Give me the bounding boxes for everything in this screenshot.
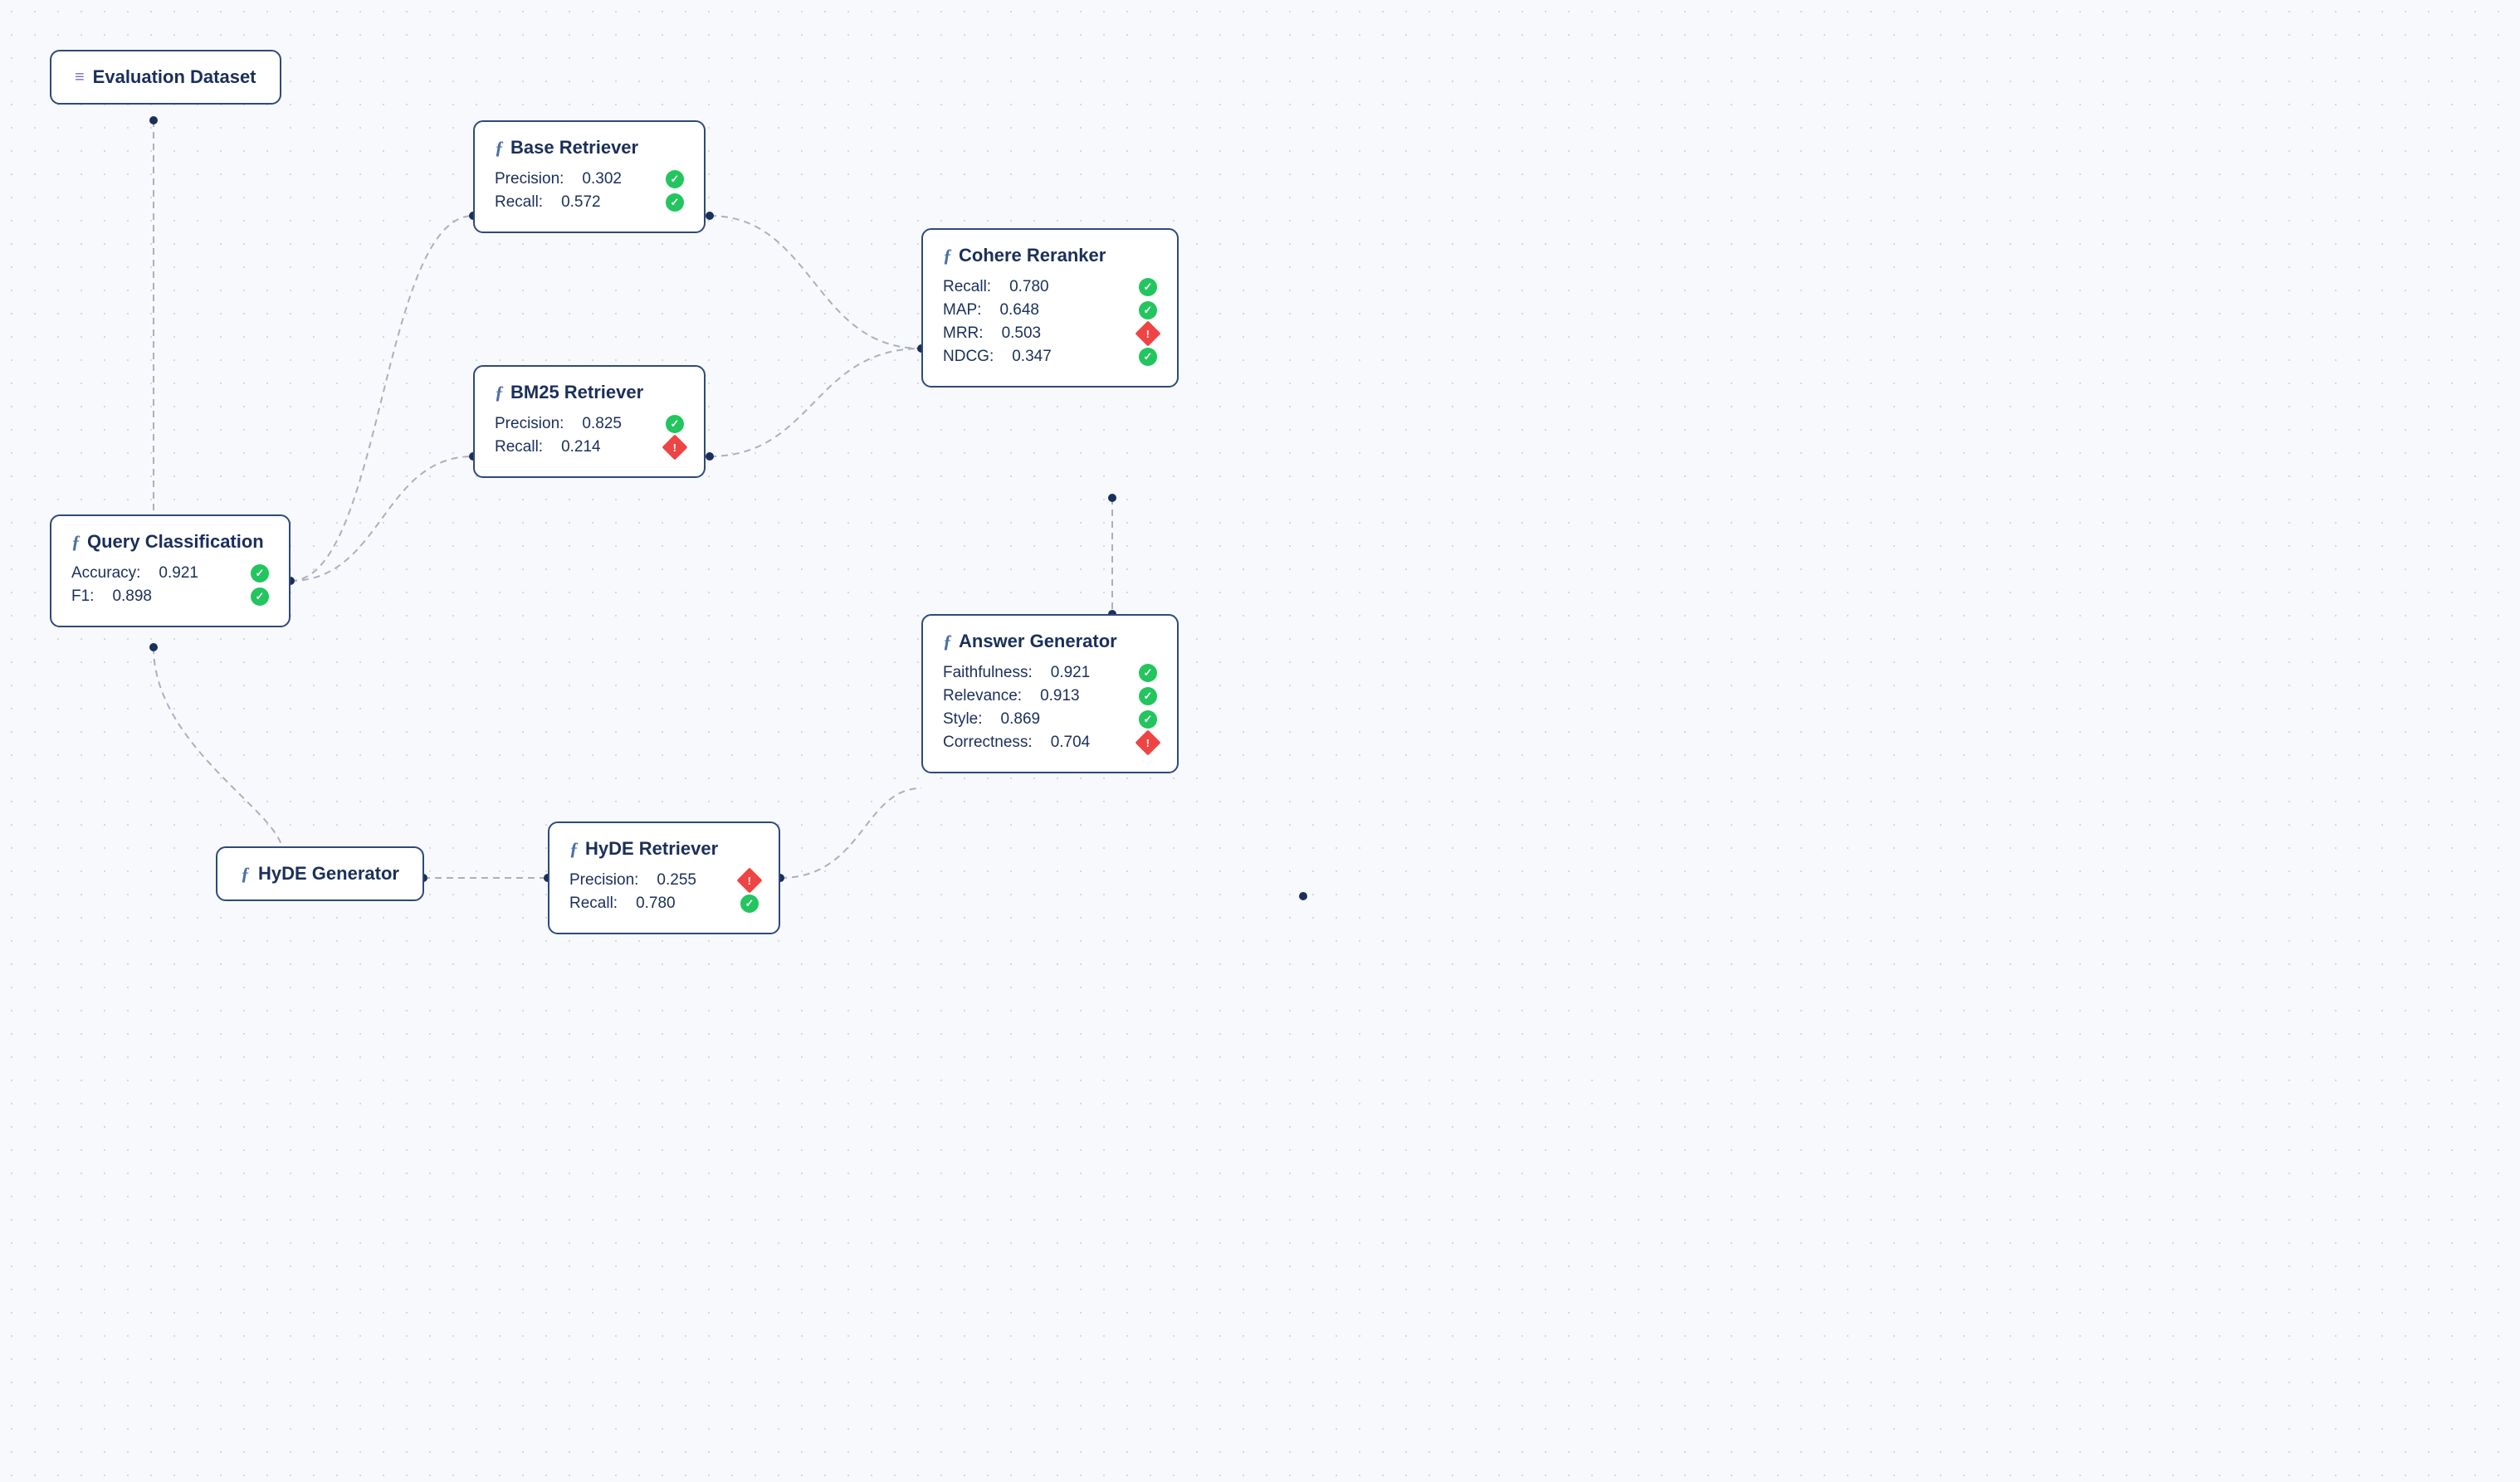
status-ok-icon <box>1139 687 1157 705</box>
metric-row-style: Style: 0.869 <box>943 710 1157 729</box>
func-icon: ƒ <box>943 631 952 652</box>
answer-generator-node[interactable]: ƒ Answer Generator Faithfulness: 0.921 R… <box>921 614 1179 773</box>
metric-row-recall: Recall: 0.572 <box>495 193 684 212</box>
status-warn-icon <box>1135 320 1160 346</box>
metric-row-recall: Recall: 0.780 <box>569 895 759 913</box>
status-ok-icon <box>666 415 684 433</box>
cohere-reranker-title: ƒ Cohere Reranker <box>943 245 1157 266</box>
metric-row-relevance: Relevance: 0.913 <box>943 687 1157 705</box>
bm25-retriever-title: ƒ BM25 Retriever <box>495 382 684 403</box>
func-icon: ƒ <box>569 838 579 860</box>
hyde-retriever-title: ƒ HyDE Retriever <box>569 838 759 860</box>
metric-row-mrr: MRR: 0.503 <box>943 324 1157 343</box>
bm25-retriever-node[interactable]: ƒ BM25 Retriever Precision: 0.825 Recall… <box>473 365 706 478</box>
metric-row-precision: Precision: 0.825 <box>495 415 684 433</box>
status-ok-icon <box>1139 278 1157 296</box>
metric-row-f1: F1: 0.898 <box>71 587 269 606</box>
metric-row-ndcg: NDCG: 0.347 <box>943 348 1157 366</box>
status-ok-icon <box>1139 710 1157 729</box>
func-icon: ƒ <box>495 137 504 158</box>
base-retriever-title: ƒ Base Retriever <box>495 137 684 158</box>
evaluation-dataset-title: Evaluation Dataset <box>93 66 256 88</box>
cohere-reranker-node[interactable]: ƒ Cohere Reranker Recall: 0.780 MAP: 0.6… <box>921 228 1179 388</box>
metric-row-map: MAP: 0.648 <box>943 301 1157 319</box>
status-ok-icon <box>666 193 684 212</box>
status-ok-icon <box>251 564 269 583</box>
status-ok-icon <box>251 587 269 606</box>
status-ok-icon <box>1139 664 1157 682</box>
metric-row-precision: Precision: 0.255 <box>569 871 759 890</box>
status-warn-icon <box>736 867 762 893</box>
metric-row-precision: Precision: 0.302 <box>495 170 684 188</box>
metric-row-recall: Recall: 0.780 <box>943 278 1157 296</box>
metric-row-recall: Recall: 0.214 <box>495 438 684 456</box>
func-icon: ƒ <box>241 863 250 885</box>
status-ok-icon <box>1139 301 1157 319</box>
metric-row-accuracy: Accuracy: 0.921 <box>71 564 269 583</box>
hyde-generator-node[interactable]: ƒ HyDE Generator <box>216 846 424 901</box>
evaluation-dataset-node[interactable]: ≡ Evaluation Dataset <box>50 50 281 105</box>
hyde-generator-title: HyDE Generator <box>258 863 399 885</box>
status-ok-icon <box>740 895 759 913</box>
base-retriever-node[interactable]: ƒ Base Retriever Precision: 0.302 Recall… <box>473 120 706 233</box>
query-classification-title: ƒ Query Classification <box>71 531 269 553</box>
func-icon: ƒ <box>495 382 504 403</box>
status-warn-icon <box>1135 729 1160 755</box>
metric-row-faithfulness: Faithfulness: 0.921 <box>943 664 1157 682</box>
answer-generator-title: ƒ Answer Generator <box>943 631 1157 652</box>
metric-row-correctness: Correctness: 0.704 <box>943 734 1157 752</box>
query-classification-node[interactable]: ƒ Query Classification Accuracy: 0.921 F… <box>50 514 291 627</box>
func-icon: ƒ <box>943 245 952 266</box>
dataset-icon: ≡ <box>75 68 85 87</box>
func-icon: ƒ <box>71 531 81 553</box>
hyde-retriever-node[interactable]: ƒ HyDE Retriever Precision: 0.255 Recall… <box>548 821 780 934</box>
status-ok-icon <box>1139 348 1157 366</box>
status-ok-icon <box>666 170 684 188</box>
status-warn-icon <box>662 434 687 460</box>
